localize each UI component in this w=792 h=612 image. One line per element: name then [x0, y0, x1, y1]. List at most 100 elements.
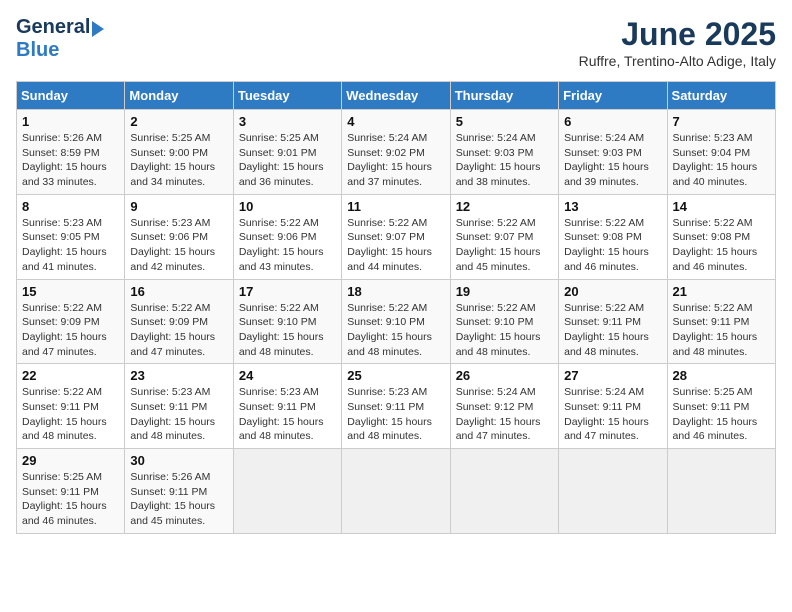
day-number: 1 — [22, 114, 119, 129]
day-number: 20 — [564, 284, 661, 299]
table-row: 17 Sunrise: 5:22 AM Sunset: 9:10 PM Dayl… — [233, 279, 341, 364]
day-number: 30 — [130, 453, 227, 468]
day-number: 26 — [456, 368, 553, 383]
table-row — [342, 449, 450, 534]
logo-blue-text: Blue — [16, 39, 59, 61]
day-info: Sunrise: 5:22 AM Sunset: 9:08 PM Dayligh… — [564, 216, 661, 275]
table-row: 3 Sunrise: 5:25 AM Sunset: 9:01 PM Dayli… — [233, 110, 341, 195]
day-number: 9 — [130, 199, 227, 214]
day-number: 16 — [130, 284, 227, 299]
day-info: Sunrise: 5:25 AM Sunset: 9:00 PM Dayligh… — [130, 131, 227, 190]
table-row: 12 Sunrise: 5:22 AM Sunset: 9:07 PM Dayl… — [450, 194, 558, 279]
day-number: 21 — [673, 284, 770, 299]
day-number: 29 — [22, 453, 119, 468]
day-info: Sunrise: 5:22 AM Sunset: 9:10 PM Dayligh… — [239, 301, 336, 360]
day-info: Sunrise: 5:22 AM Sunset: 9:10 PM Dayligh… — [456, 301, 553, 360]
table-row: 1 Sunrise: 5:26 AM Sunset: 8:59 PM Dayli… — [17, 110, 125, 195]
col-thursday: Thursday — [450, 82, 558, 110]
col-tuesday: Tuesday — [233, 82, 341, 110]
day-info: Sunrise: 5:24 AM Sunset: 9:03 PM Dayligh… — [564, 131, 661, 190]
table-row: 19 Sunrise: 5:22 AM Sunset: 9:10 PM Dayl… — [450, 279, 558, 364]
calendar-body: 1 Sunrise: 5:26 AM Sunset: 8:59 PM Dayli… — [17, 110, 776, 534]
table-row: 30 Sunrise: 5:26 AM Sunset: 9:11 PM Dayl… — [125, 449, 233, 534]
col-saturday: Saturday — [667, 82, 775, 110]
table-row: 4 Sunrise: 5:24 AM Sunset: 9:02 PM Dayli… — [342, 110, 450, 195]
calendar-week-row: 15 Sunrise: 5:22 AM Sunset: 9:09 PM Dayl… — [17, 279, 776, 364]
col-friday: Friday — [559, 82, 667, 110]
table-row: 25 Sunrise: 5:23 AM Sunset: 9:11 PM Dayl… — [342, 364, 450, 449]
day-number: 27 — [564, 368, 661, 383]
table-row: 24 Sunrise: 5:23 AM Sunset: 9:11 PM Dayl… — [233, 364, 341, 449]
table-row: 15 Sunrise: 5:22 AM Sunset: 9:09 PM Dayl… — [17, 279, 125, 364]
logo: General Blue — [16, 16, 104, 62]
day-number: 17 — [239, 284, 336, 299]
day-number: 22 — [22, 368, 119, 383]
day-number: 28 — [673, 368, 770, 383]
table-row: 14 Sunrise: 5:22 AM Sunset: 9:08 PM Dayl… — [667, 194, 775, 279]
table-row: 10 Sunrise: 5:22 AM Sunset: 9:06 PM Dayl… — [233, 194, 341, 279]
table-row: 28 Sunrise: 5:25 AM Sunset: 9:11 PM Dayl… — [667, 364, 775, 449]
location-title: Ruffre, Trentino-Alto Adige, Italy — [579, 53, 776, 69]
day-info: Sunrise: 5:22 AM Sunset: 9:09 PM Dayligh… — [22, 301, 119, 360]
day-info: Sunrise: 5:23 AM Sunset: 9:11 PM Dayligh… — [130, 385, 227, 444]
calendar-header-row: Sunday Monday Tuesday Wednesday Thursday… — [17, 82, 776, 110]
table-row: 20 Sunrise: 5:22 AM Sunset: 9:11 PM Dayl… — [559, 279, 667, 364]
day-number: 12 — [456, 199, 553, 214]
day-number: 2 — [130, 114, 227, 129]
table-row: 29 Sunrise: 5:25 AM Sunset: 9:11 PM Dayl… — [17, 449, 125, 534]
logo-general-text: General — [16, 16, 90, 39]
day-number: 19 — [456, 284, 553, 299]
day-number: 11 — [347, 199, 444, 214]
day-number: 25 — [347, 368, 444, 383]
day-info: Sunrise: 5:24 AM Sunset: 9:11 PM Dayligh… — [564, 385, 661, 444]
day-number: 4 — [347, 114, 444, 129]
day-info: Sunrise: 5:22 AM Sunset: 9:10 PM Dayligh… — [347, 301, 444, 360]
table-row — [667, 449, 775, 534]
table-row: 11 Sunrise: 5:22 AM Sunset: 9:07 PM Dayl… — [342, 194, 450, 279]
day-info: Sunrise: 5:23 AM Sunset: 9:11 PM Dayligh… — [347, 385, 444, 444]
table-row: 2 Sunrise: 5:25 AM Sunset: 9:00 PM Dayli… — [125, 110, 233, 195]
day-number: 5 — [456, 114, 553, 129]
day-number: 14 — [673, 199, 770, 214]
table-row: 21 Sunrise: 5:22 AM Sunset: 9:11 PM Dayl… — [667, 279, 775, 364]
day-info: Sunrise: 5:22 AM Sunset: 9:07 PM Dayligh… — [456, 216, 553, 275]
table-row: 5 Sunrise: 5:24 AM Sunset: 9:03 PM Dayli… — [450, 110, 558, 195]
table-row: 22 Sunrise: 5:22 AM Sunset: 9:11 PM Dayl… — [17, 364, 125, 449]
day-number: 3 — [239, 114, 336, 129]
day-number: 7 — [673, 114, 770, 129]
day-number: 23 — [130, 368, 227, 383]
day-info: Sunrise: 5:22 AM Sunset: 9:09 PM Dayligh… — [130, 301, 227, 360]
day-info: Sunrise: 5:25 AM Sunset: 9:01 PM Dayligh… — [239, 131, 336, 190]
day-number: 15 — [22, 284, 119, 299]
day-info: Sunrise: 5:26 AM Sunset: 9:11 PM Dayligh… — [130, 470, 227, 529]
table-row: 18 Sunrise: 5:22 AM Sunset: 9:10 PM Dayl… — [342, 279, 450, 364]
day-number: 18 — [347, 284, 444, 299]
day-info: Sunrise: 5:22 AM Sunset: 9:06 PM Dayligh… — [239, 216, 336, 275]
day-number: 8 — [22, 199, 119, 214]
table-row: 23 Sunrise: 5:23 AM Sunset: 9:11 PM Dayl… — [125, 364, 233, 449]
day-info: Sunrise: 5:22 AM Sunset: 9:11 PM Dayligh… — [22, 385, 119, 444]
day-info: Sunrise: 5:22 AM Sunset: 9:11 PM Dayligh… — [673, 301, 770, 360]
month-title: June 2025 — [579, 16, 776, 53]
table-row: 8 Sunrise: 5:23 AM Sunset: 9:05 PM Dayli… — [17, 194, 125, 279]
calendar-week-row: 22 Sunrise: 5:22 AM Sunset: 9:11 PM Dayl… — [17, 364, 776, 449]
table-row — [450, 449, 558, 534]
table-row: 16 Sunrise: 5:22 AM Sunset: 9:09 PM Dayl… — [125, 279, 233, 364]
table-row: 6 Sunrise: 5:24 AM Sunset: 9:03 PM Dayli… — [559, 110, 667, 195]
calendar-week-row: 8 Sunrise: 5:23 AM Sunset: 9:05 PM Dayli… — [17, 194, 776, 279]
table-row — [233, 449, 341, 534]
title-area: June 2025 Ruffre, Trentino-Alto Adige, I… — [579, 16, 776, 69]
day-info: Sunrise: 5:25 AM Sunset: 9:11 PM Dayligh… — [673, 385, 770, 444]
day-info: Sunrise: 5:23 AM Sunset: 9:05 PM Dayligh… — [22, 216, 119, 275]
calendar-week-row: 29 Sunrise: 5:25 AM Sunset: 9:11 PM Dayl… — [17, 449, 776, 534]
day-info: Sunrise: 5:24 AM Sunset: 9:02 PM Dayligh… — [347, 131, 444, 190]
calendar-table: Sunday Monday Tuesday Wednesday Thursday… — [16, 81, 776, 534]
day-info: Sunrise: 5:24 AM Sunset: 9:12 PM Dayligh… — [456, 385, 553, 444]
calendar-week-row: 1 Sunrise: 5:26 AM Sunset: 8:59 PM Dayli… — [17, 110, 776, 195]
table-row: 7 Sunrise: 5:23 AM Sunset: 9:04 PM Dayli… — [667, 110, 775, 195]
day-number: 6 — [564, 114, 661, 129]
day-info: Sunrise: 5:26 AM Sunset: 8:59 PM Dayligh… — [22, 131, 119, 190]
col-sunday: Sunday — [17, 82, 125, 110]
table-row: 26 Sunrise: 5:24 AM Sunset: 9:12 PM Dayl… — [450, 364, 558, 449]
day-info: Sunrise: 5:22 AM Sunset: 9:08 PM Dayligh… — [673, 216, 770, 275]
